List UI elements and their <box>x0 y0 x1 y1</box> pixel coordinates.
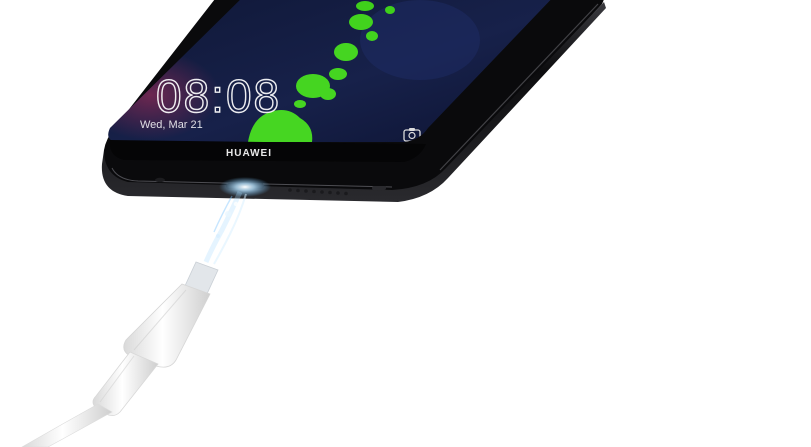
brand-logo: HUAWEI <box>226 148 272 159</box>
wallpaper-blob <box>385 6 395 14</box>
wallpaper-blob <box>356 1 374 11</box>
side-button <box>372 186 386 190</box>
cable-wire <box>21 403 113 447</box>
phone: 08:08 Wed, Mar 21 HUAWEI <box>101 0 606 202</box>
product-scene: 08:08 Wed, Mar 21 HUAWEI <box>21 0 606 447</box>
wallpaper-blob <box>294 100 306 108</box>
wallpaper-blob <box>366 31 378 41</box>
wallpaper-blob <box>320 88 336 100</box>
usb-cable <box>21 261 219 447</box>
charging-stream <box>203 190 247 265</box>
lock-date: Wed, Mar 21 <box>140 119 203 131</box>
lock-time: 08:08 <box>156 70 281 122</box>
wallpaper-blob <box>329 68 347 80</box>
wallpaper-blob <box>334 43 358 61</box>
cable-strain-relief <box>92 351 159 416</box>
headphone-jack <box>155 177 165 183</box>
wallpaper-blob <box>349 14 373 30</box>
